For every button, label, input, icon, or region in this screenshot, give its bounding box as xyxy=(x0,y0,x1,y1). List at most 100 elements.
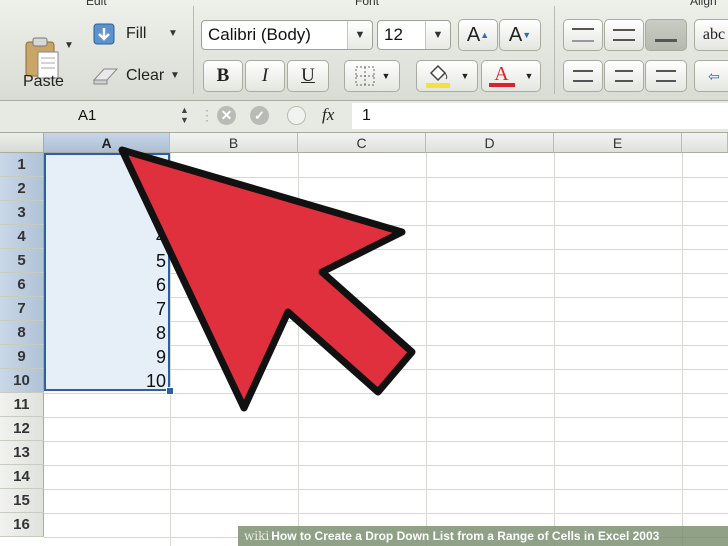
align-center-button[interactable] xyxy=(604,60,644,92)
row-header[interactable]: 11 xyxy=(0,393,44,417)
font-color-letter: A xyxy=(494,63,509,85)
align-top-icon xyxy=(572,28,594,42)
bold-button[interactable]: B xyxy=(203,60,243,92)
grid-line xyxy=(44,417,728,418)
row-header[interactable]: 7 xyxy=(0,297,44,321)
column-header-c[interactable]: C xyxy=(298,133,426,153)
cell-a5[interactable]: 5 xyxy=(44,249,166,273)
font-color-swatch xyxy=(488,83,515,87)
cell-a6[interactable]: 6 xyxy=(44,273,166,297)
font-size-select[interactable]: 12 ▼ xyxy=(377,20,451,50)
paste-dropdown-icon[interactable]: ▼ xyxy=(64,40,74,51)
borders-dropdown-icon[interactable]: ▼ xyxy=(382,71,391,81)
column-c-label: C xyxy=(356,134,367,151)
ribbon-separator-2 xyxy=(554,6,555,94)
cell-a8[interactable]: 8 xyxy=(44,321,166,345)
row-header[interactable]: 12 xyxy=(0,417,44,441)
fill-handle[interactable] xyxy=(166,387,174,395)
shrink-font-button[interactable]: A ▼ xyxy=(499,19,541,51)
font-name-select[interactable]: Calibri (Body) ▼ xyxy=(201,20,373,50)
decrease-indent-button[interactable]: ⇦ xyxy=(694,60,728,92)
paste-button[interactable]: ▼ Paste xyxy=(8,14,82,94)
clear-button[interactable]: Clear ▼ xyxy=(90,62,186,90)
orientation-button[interactable]: abc xyxy=(694,19,728,51)
name-box-value: A1 xyxy=(78,107,97,124)
row-header[interactable]: 10 xyxy=(0,369,44,393)
row-header[interactable]: 13 xyxy=(0,441,44,465)
row-number: 10 xyxy=(13,372,30,389)
font-size-dropdown-icon[interactable]: ▼ xyxy=(425,21,450,49)
row-header[interactable]: 16 xyxy=(0,513,44,537)
name-box[interactable]: A1 ▲ ▼ xyxy=(0,103,200,129)
formula-input[interactable]: 1 xyxy=(352,103,728,129)
row-header[interactable]: 6 xyxy=(0,273,44,297)
font-color-button[interactable]: A ▼ xyxy=(481,60,541,92)
formula-bar: A1 ▲ ▼ ⋮ ✕ ✓ fx 1 xyxy=(0,101,728,133)
row-header[interactable]: 9 xyxy=(0,345,44,369)
row-header[interactable]: 1 xyxy=(0,153,44,177)
align-right-button[interactable] xyxy=(645,60,687,92)
font-size-value: 12 xyxy=(384,25,403,44)
align-middle-icon xyxy=(613,29,635,41)
row-header[interactable]: 2 xyxy=(0,177,44,201)
column-header-d[interactable]: D xyxy=(426,133,554,153)
row-number: 15 xyxy=(13,492,30,509)
align-left-button[interactable] xyxy=(563,60,603,92)
paste-label: Paste xyxy=(23,73,64,90)
grid-line xyxy=(170,153,171,546)
column-e-label: E xyxy=(612,134,623,151)
confirm-icon[interactable]: ✓ xyxy=(250,106,269,125)
cell-a7[interactable]: 7 xyxy=(44,297,166,321)
row-number: 9 xyxy=(17,348,26,365)
italic-button[interactable]: I xyxy=(245,60,285,92)
align-top-button[interactable] xyxy=(563,19,603,51)
cell-a9[interactable]: 9 xyxy=(44,345,166,369)
fill-color-button[interactable]: ▼ xyxy=(416,60,478,92)
underline-button[interactable]: U xyxy=(287,60,329,92)
grid-line xyxy=(44,513,728,514)
insert-function-button[interactable]: fx xyxy=(322,105,334,125)
grow-arrow-icon: ▲ xyxy=(480,30,490,40)
cell-a4[interactable]: 4 xyxy=(44,225,166,249)
row-header[interactable]: 4 xyxy=(0,225,44,249)
cell-a10[interactable]: 10 xyxy=(44,369,166,393)
fill-down-icon xyxy=(93,23,115,45)
row-header[interactable]: 5 xyxy=(0,249,44,273)
select-all-corner[interactable] xyxy=(0,133,44,153)
font-group-label: Font xyxy=(355,0,380,8)
grid-line xyxy=(44,489,728,490)
grow-font-button[interactable]: A ▲ xyxy=(458,19,498,51)
borders-button[interactable]: ▼ xyxy=(344,60,400,92)
column-header-a[interactable]: A xyxy=(44,133,170,153)
formula-builder-icon[interactable] xyxy=(287,106,306,125)
column-header-f[interactable] xyxy=(682,133,728,153)
align-middle-button[interactable] xyxy=(604,19,644,51)
row-number: 3 xyxy=(17,204,26,221)
align-bottom-button[interactable] xyxy=(645,19,687,51)
fill-color-dropdown-icon[interactable]: ▼ xyxy=(461,71,470,81)
alignment-group-label: Align xyxy=(690,0,717,8)
grid-line xyxy=(426,153,427,546)
fill-dropdown-icon[interactable]: ▼ xyxy=(168,28,178,39)
fill-button[interactable]: Fill ▼ xyxy=(90,20,186,48)
row-header[interactable]: 14 xyxy=(0,465,44,489)
name-box-stepper-icon[interactable]: ▲ ▼ xyxy=(180,105,189,125)
row-header[interactable]: 8 xyxy=(0,321,44,345)
row-header[interactable]: 3 xyxy=(0,201,44,225)
row-number: 16 xyxy=(13,516,30,533)
font-color-dropdown-icon[interactable]: ▼ xyxy=(525,71,534,81)
cancel-icon[interactable]: ✕ xyxy=(217,106,236,125)
align-right-icon xyxy=(656,70,676,82)
orientation-label: abc xyxy=(702,26,726,43)
column-header-e[interactable]: E xyxy=(554,133,682,153)
clear-dropdown-icon[interactable]: ▼ xyxy=(170,70,180,81)
column-header-b[interactable]: B xyxy=(170,133,298,153)
watermark-caption: wiki How to Create a Drop Down List from … xyxy=(238,526,728,546)
row-number: 2 xyxy=(17,180,26,197)
paint-bucket-icon xyxy=(425,64,450,88)
row-number: 6 xyxy=(17,276,26,293)
shrink-font-icon: A xyxy=(508,23,523,46)
row-header[interactable]: 15 xyxy=(0,489,44,513)
font-name-dropdown-icon[interactable]: ▼ xyxy=(347,21,372,49)
italic-label: I xyxy=(261,65,269,86)
